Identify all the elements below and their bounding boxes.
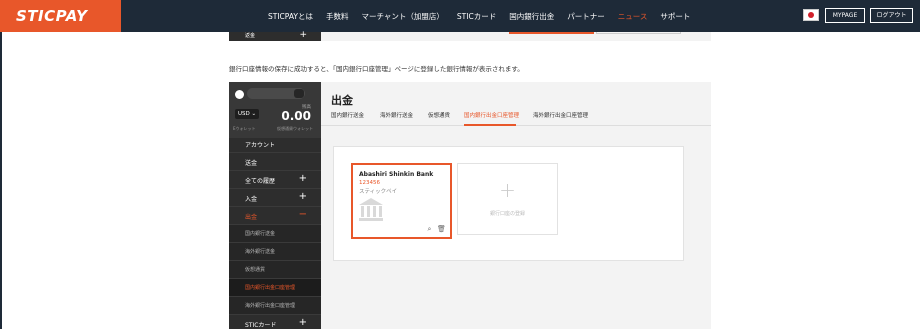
- tab-domestic-account-management[interactable]: 国内銀行出金口座管理: [464, 111, 519, 119]
- sidebar: USD ⌄ 残高 0.00 Eウォレット 仮想通貨ウォレット アカウント 送金 …: [229, 82, 321, 329]
- sidebar-item-label: 送金: [245, 160, 258, 167]
- previous-sidebar-label: 返金: [245, 33, 256, 39]
- bank-building-icon: [359, 198, 383, 221]
- bank-account-card[interactable]: Abashiri Shinkin Bank 123456 スティックペイ ⌕ 🗑: [351, 163, 452, 239]
- add-plus-icon: +: [499, 178, 516, 202]
- expand-plus-icon: +: [298, 191, 307, 202]
- currency-select[interactable]: USD ⌄: [235, 109, 259, 119]
- sticpay-logo[interactable]: STICPAY: [0, 0, 121, 32]
- sidebar-subitem-overseas-bank-transfer[interactable]: 海外銀行送金: [229, 243, 321, 261]
- sidebar-item-label: アカウント: [245, 142, 276, 149]
- sidebar-subitem-crypto[interactable]: 仮想通貨: [229, 261, 321, 279]
- wallet-panel: USD ⌄ 残高 0.00 Eウォレット 仮想通貨ウォレット: [229, 82, 321, 138]
- nav-partner[interactable]: パートナー: [567, 11, 605, 22]
- collapse-minus-icon: −: [298, 209, 307, 220]
- add-bank-account-label: 銀行口座の登録: [489, 211, 525, 217]
- add-bank-account-card[interactable]: + 銀行口座の登録: [457, 163, 558, 235]
- tab-overseas-bank-transfer[interactable]: 海外銀行送金: [380, 111, 413, 119]
- sidebar-item-label: 出金: [245, 214, 258, 221]
- sidebar-item-history[interactable]: 全ての履歴 +: [229, 171, 321, 189]
- sidebar-item-transfer[interactable]: 送金: [229, 153, 321, 171]
- sidebar-subitem-overseas-account-management[interactable]: 海外銀行出金口座管理: [229, 297, 321, 315]
- previous-outline-button-edge: [596, 32, 681, 34]
- sidebar-subitem-domestic-bank-transfer[interactable]: 国内銀行送金: [229, 225, 321, 243]
- sidebar-item-label: 海外銀行出金口座管理: [245, 303, 296, 309]
- sidebar-item-deposit[interactable]: 入金 +: [229, 189, 321, 207]
- avatar: [235, 90, 244, 99]
- sidebar-item-label: 入金: [245, 196, 258, 203]
- withdrawal-tabs: 国内銀行送金 海外銀行送金 仮想通貨 国内銀行出金口座管理 海外銀行出金口座管理: [321, 106, 711, 126]
- tab-overseas-account-management[interactable]: 海外銀行出金口座管理: [533, 111, 588, 119]
- user-id-pill: [294, 89, 304, 98]
- nav-merchant[interactable]: マーチャント（加盟店）: [361, 11, 443, 22]
- zoom-icon[interactable]: ⌕: [425, 225, 434, 234]
- mypage-button[interactable]: MYPAGE: [825, 8, 865, 23]
- nav-fees[interactable]: 手数料: [326, 11, 349, 22]
- sidebar-subitem-domestic-account-management[interactable]: 国内銀行出金口座管理: [229, 279, 321, 297]
- previous-sidebar-plus: +: [299, 30, 307, 40]
- left-edge-divider: [0, 32, 2, 329]
- sidebar-item-sticcard[interactable]: STICカード +: [229, 315, 321, 329]
- balance-value: 0.00: [281, 109, 311, 123]
- logout-button[interactable]: ログアウト: [870, 8, 913, 23]
- bank-name: Abashiri Shinkin Bank: [359, 171, 434, 178]
- crypto-wallet-label[interactable]: 仮想通貨ウォレット: [277, 126, 313, 132]
- tab-crypto[interactable]: 仮想通貨: [428, 111, 450, 119]
- sidebar-item-label: 国内銀行送金: [245, 231, 276, 237]
- trash-icon[interactable]: 🗑: [437, 225, 446, 234]
- account-number: 123456: [359, 180, 380, 186]
- ewallet-label[interactable]: Eウォレット: [233, 126, 256, 132]
- previous-orange-button-edge: [509, 32, 594, 34]
- nav-about[interactable]: STICPAYとは: [268, 11, 313, 22]
- nav-news[interactable]: ニュース: [618, 11, 648, 22]
- sidebar-item-label: STICカード: [245, 322, 277, 329]
- top-navigation-bar: STICPAY STICPAYとは 手数料 マーチャント（加盟店） STICカー…: [0, 0, 920, 32]
- card-actions: ⌕ 🗑: [425, 225, 446, 234]
- sidebar-item-label: 仮想通貨: [245, 267, 266, 273]
- sidebar-item-account[interactable]: アカウント: [229, 135, 321, 153]
- sidebar-item-label: 全ての履歴: [245, 178, 276, 185]
- account-holder: スティックペイ: [359, 189, 398, 195]
- nav-support[interactable]: サポート: [660, 11, 690, 22]
- active-tab-indicator: [464, 124, 516, 126]
- tab-domestic-bank-transfer[interactable]: 国内銀行送金: [331, 111, 364, 119]
- sidebar-item-label: 国内銀行出金口座管理: [245, 285, 296, 291]
- main-nav: STICPAYとは 手数料 マーチャント（加盟店） STICカード 国内銀行出金…: [268, 0, 690, 32]
- previous-screenshot-sidebar: 返金 +: [229, 30, 321, 41]
- japan-flag-icon[interactable]: [803, 9, 819, 21]
- sidebar-item-label: 海外銀行送金: [245, 249, 276, 255]
- nav-sticcard[interactable]: STICカード: [457, 11, 496, 22]
- sidebar-item-withdrawal[interactable]: 出金 −: [229, 207, 321, 225]
- expand-plus-icon: +: [298, 317, 307, 328]
- instruction-text: 銀行口座情報の保存に成功すると、「国内銀行口座管理」ページに登録した銀行情報が表…: [229, 65, 524, 73]
- nav-domestic-withdrawal[interactable]: 国内銀行出金: [509, 11, 554, 22]
- expand-plus-icon: +: [298, 173, 307, 184]
